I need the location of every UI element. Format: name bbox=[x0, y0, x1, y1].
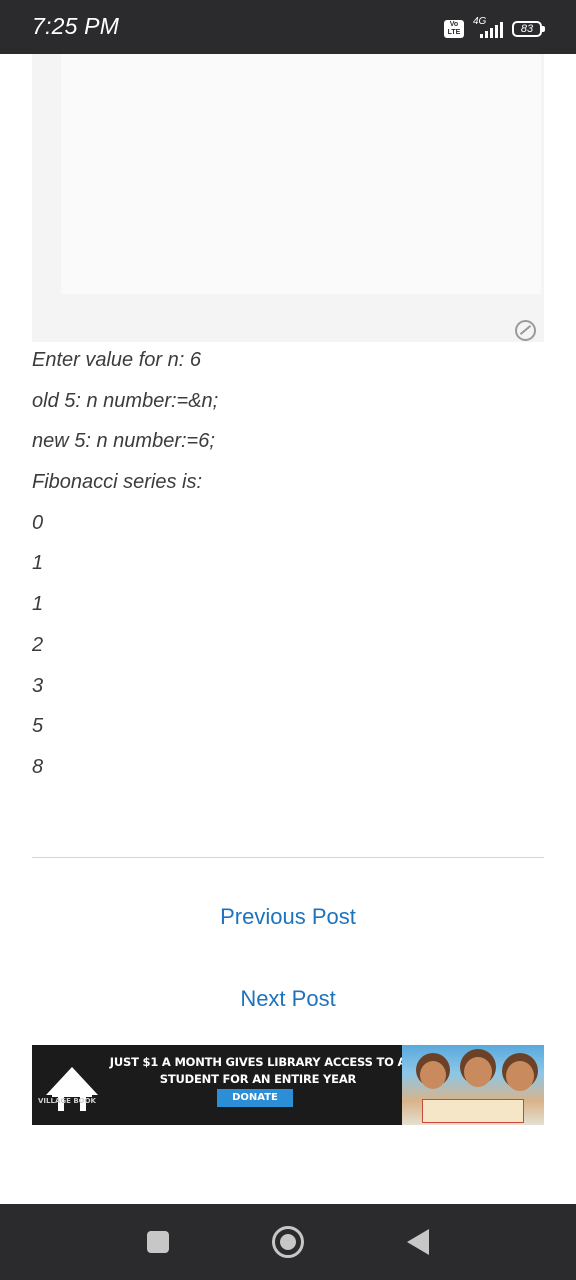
output-line: 1 bbox=[32, 593, 44, 616]
home-button-icon[interactable] bbox=[272, 1226, 304, 1258]
output-line: new 5: n number:=6; bbox=[32, 430, 215, 453]
donate-button[interactable]: DONATE bbox=[217, 1089, 293, 1107]
ad-choices-icon[interactable] bbox=[515, 320, 536, 341]
children-reading-photo bbox=[402, 1045, 544, 1125]
output-line: 1 bbox=[32, 552, 44, 575]
output-line: 8 bbox=[32, 755, 44, 778]
signal-icon: 4G bbox=[470, 16, 506, 39]
divider bbox=[32, 857, 544, 858]
status-icons: Vo LTE 4G 83 bbox=[444, 16, 545, 40]
battery-level: 83 bbox=[520, 23, 534, 35]
logo-text: VILLAGE BOOK bbox=[38, 1097, 96, 1105]
output-line: Enter value for n: 6 bbox=[32, 349, 201, 371]
program-output: Enter value for n: 6 old 5: n number:=&n… bbox=[32, 340, 544, 788]
recents-button-icon[interactable] bbox=[147, 1231, 169, 1253]
next-post-link[interactable]: Next Post bbox=[0, 986, 576, 1012]
village-book-logo bbox=[46, 1067, 98, 1111]
embedded-ad-content bbox=[61, 54, 541, 294]
volte-label: Vo LTE bbox=[447, 21, 461, 36]
output-line: 2 bbox=[32, 633, 44, 656]
embedded-ad-frame[interactable] bbox=[32, 54, 544, 342]
output-line: 3 bbox=[32, 674, 44, 697]
back-button-icon[interactable] bbox=[407, 1229, 429, 1255]
network-type: 4G bbox=[473, 16, 487, 27]
banner-headline: JUST $1 A MONTH GIVES LIBRARY ACCESS TO … bbox=[109, 1055, 407, 1086]
output-line: 0 bbox=[32, 511, 44, 534]
volte-icon: Vo LTE bbox=[444, 20, 464, 38]
status-time: 7:25 PM bbox=[32, 13, 120, 39]
output-line: old 5: n number:=&n; bbox=[32, 389, 219, 412]
previous-post-link[interactable]: Previous Post bbox=[0, 904, 576, 930]
output-line: Fibonacci series is: bbox=[32, 471, 203, 494]
output-line: 5 bbox=[32, 715, 44, 738]
donation-banner-ad[interactable]: VILLAGE BOOK JUST $1 A MONTH GIVES LIBRA… bbox=[32, 1045, 544, 1125]
battery-icon: 83 bbox=[512, 21, 545, 37]
navigation-bar bbox=[0, 1204, 576, 1280]
status-bar: 7:25 PM Vo LTE 4G 83 bbox=[0, 0, 576, 54]
